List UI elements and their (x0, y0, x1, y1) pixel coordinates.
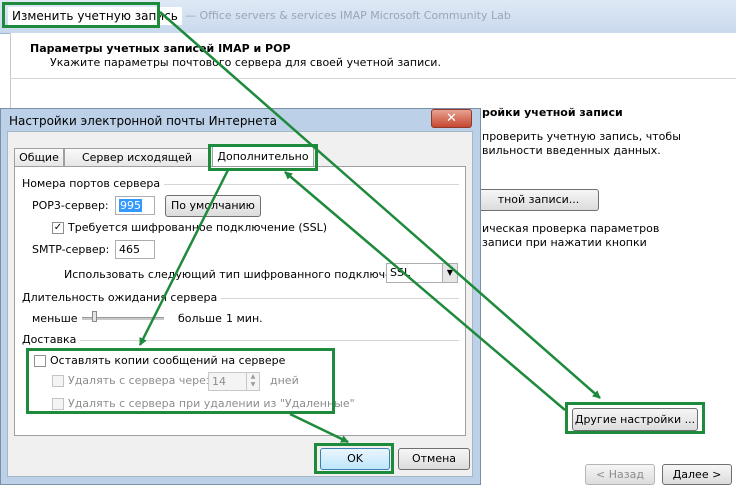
arrow-more-settings-to-advanced-tab (284, 171, 566, 411)
annotation-arrows (138, 11, 601, 444)
arrow-title-to-more-settings (159, 11, 601, 399)
arrow-advanced-tab-to-delivery (138, 169, 230, 346)
arrow-delivery-to-ok (289, 412, 349, 444)
